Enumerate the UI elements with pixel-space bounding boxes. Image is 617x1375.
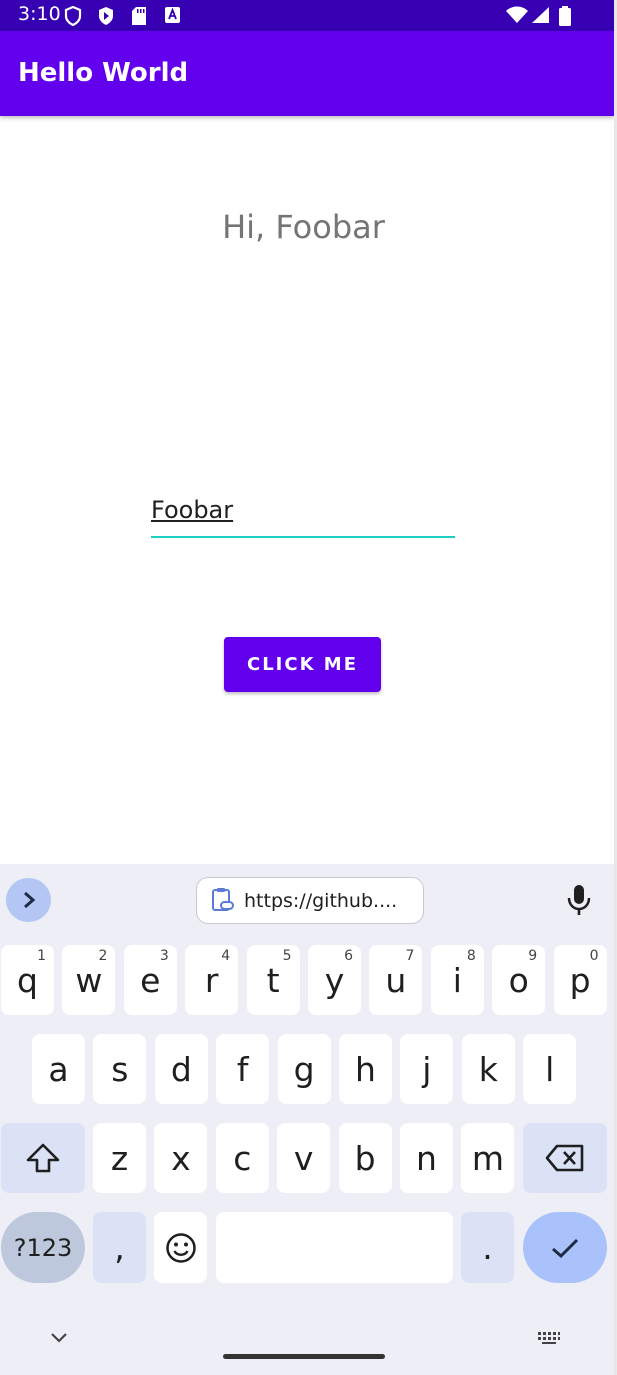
greeting-text: Hi, Foobar bbox=[222, 208, 385, 246]
key-hint: 3 bbox=[159, 948, 169, 964]
key-hint: 2 bbox=[98, 948, 108, 964]
emoji-icon bbox=[165, 1232, 196, 1263]
key-label: z bbox=[110, 1138, 129, 1178]
expand-toolbar-button[interactable] bbox=[6, 878, 51, 922]
chevron-right-icon bbox=[23, 891, 35, 909]
key-j[interactable]: j bbox=[400, 1034, 454, 1104]
key-h[interactable]: h bbox=[339, 1034, 392, 1104]
key-label: l bbox=[545, 1049, 555, 1089]
key-w[interactable]: w2 bbox=[62, 945, 116, 1015]
symbols-key[interactable]: ?123 bbox=[1, 1212, 85, 1283]
shift-key[interactable] bbox=[1, 1123, 85, 1193]
key-label: o bbox=[508, 960, 529, 1000]
backspace-icon bbox=[545, 1144, 584, 1172]
key-e[interactable]: e3 bbox=[123, 945, 177, 1015]
key-r[interactable]: r4 bbox=[185, 945, 239, 1015]
key-hint: 0 bbox=[589, 948, 599, 964]
key-q[interactable]: q1 bbox=[1, 945, 54, 1015]
status-time: 3:10 bbox=[18, 3, 61, 25]
key-o[interactable]: o9 bbox=[492, 945, 546, 1015]
emoji-key[interactable] bbox=[154, 1212, 207, 1283]
name-input[interactable]: Foobar bbox=[151, 496, 455, 538]
key-hint: 5 bbox=[282, 948, 292, 964]
key-label: w bbox=[75, 960, 103, 1000]
play-protect-icon bbox=[99, 7, 113, 25]
clipboard-link-icon bbox=[212, 888, 234, 911]
key-v[interactable]: v bbox=[277, 1123, 331, 1193]
key-hint: 4 bbox=[221, 948, 231, 964]
key-label: r bbox=[204, 960, 219, 1000]
key-g[interactable]: g bbox=[277, 1034, 331, 1104]
key-z[interactable]: z bbox=[93, 1123, 146, 1193]
click-me-button[interactable]: CLICK ME bbox=[224, 637, 381, 692]
checkmark-icon bbox=[552, 1238, 579, 1258]
microphone-icon[interactable] bbox=[566, 884, 592, 916]
key-l[interactable]: l bbox=[523, 1034, 577, 1104]
key-i[interactable]: i8 bbox=[430, 945, 484, 1015]
key-label: n bbox=[416, 1138, 437, 1178]
key-n[interactable]: n bbox=[400, 1123, 453, 1193]
key-hint: 6 bbox=[344, 948, 353, 964]
key-y[interactable]: y6 bbox=[308, 945, 361, 1015]
key-label: t bbox=[266, 960, 280, 1000]
key-label: h bbox=[355, 1049, 376, 1089]
key-label: e bbox=[140, 960, 161, 1000]
key-label: i bbox=[452, 960, 462, 1000]
key-a[interactable]: a bbox=[32, 1034, 85, 1104]
clipboard-suggestion[interactable]: https://github.... bbox=[196, 877, 424, 924]
key-label: x bbox=[171, 1138, 191, 1178]
battery-icon bbox=[559, 6, 571, 26]
comma-key[interactable]: , bbox=[93, 1212, 146, 1283]
name-input-value: Foobar bbox=[151, 496, 234, 524]
app-bar: Hello World bbox=[0, 31, 614, 116]
signal-icon bbox=[532, 7, 549, 23]
keyboard-switch-icon[interactable] bbox=[537, 1330, 561, 1346]
key-f[interactable]: f bbox=[216, 1034, 270, 1104]
app-title: Hello World bbox=[18, 58, 189, 88]
key-label: c bbox=[233, 1138, 252, 1178]
key-label: u bbox=[385, 960, 407, 1000]
key-label: q bbox=[17, 960, 38, 1000]
key-c[interactable]: c bbox=[215, 1123, 269, 1193]
key-label: g bbox=[293, 1049, 315, 1089]
backspace-key[interactable] bbox=[523, 1123, 607, 1193]
chevron-down-icon[interactable] bbox=[49, 1331, 69, 1345]
space-key[interactable] bbox=[216, 1212, 453, 1283]
shield-icon bbox=[64, 6, 82, 26]
key-p[interactable]: p0 bbox=[553, 945, 607, 1015]
key-label: f bbox=[236, 1049, 249, 1089]
key-s[interactable]: s bbox=[93, 1034, 147, 1104]
key-hint: 9 bbox=[528, 948, 538, 964]
key-m[interactable]: m bbox=[461, 1123, 515, 1193]
key-label: v bbox=[293, 1138, 314, 1178]
key-label: m bbox=[471, 1138, 504, 1178]
key-label: b bbox=[354, 1138, 376, 1178]
key-b[interactable]: b bbox=[338, 1123, 392, 1193]
key-label: a bbox=[48, 1049, 69, 1089]
clipboard-text: https://github.... bbox=[244, 890, 398, 912]
keyboard bbox=[0, 864, 614, 1375]
key-hint: 8 bbox=[466, 948, 476, 964]
gesture-nav-bar[interactable] bbox=[223, 1354, 385, 1359]
key-t[interactable]: t5 bbox=[246, 945, 300, 1015]
key-d[interactable]: d bbox=[154, 1034, 208, 1104]
keyboard-app-icon bbox=[165, 7, 180, 23]
key-label: y bbox=[324, 960, 345, 1000]
key-x[interactable]: x bbox=[154, 1123, 208, 1193]
key-label: s bbox=[111, 1049, 129, 1089]
sd-card-icon bbox=[132, 7, 146, 25]
wifi-icon bbox=[506, 6, 528, 23]
key-u[interactable]: u7 bbox=[369, 945, 423, 1015]
enter-key[interactable] bbox=[523, 1212, 607, 1283]
key-label: p bbox=[569, 960, 591, 1000]
key-hint: 7 bbox=[405, 948, 415, 964]
key-label: k bbox=[478, 1049, 498, 1089]
status-bar: 3:10 bbox=[0, 0, 614, 31]
shift-icon bbox=[26, 1143, 60, 1173]
key-label: j bbox=[422, 1049, 432, 1089]
key-label: d bbox=[170, 1049, 192, 1089]
key-k[interactable]: k bbox=[461, 1034, 515, 1104]
key-hint: 1 bbox=[37, 948, 46, 964]
period-key[interactable]: . bbox=[461, 1212, 514, 1283]
